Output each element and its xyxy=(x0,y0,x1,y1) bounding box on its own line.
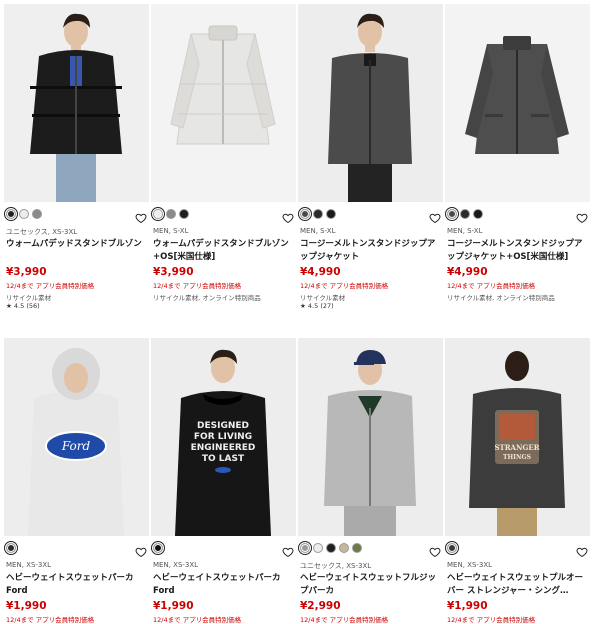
color-swatch[interactable] xyxy=(460,209,470,219)
product-name[interactable]: コージーメルトンスタンドジップアップジャケット+OS[米国仕様] xyxy=(447,238,587,264)
color-swatch[interactable] xyxy=(151,541,165,555)
product-name[interactable]: ヘビーウェイトスウェットフルジップパーカ xyxy=(300,572,440,598)
favorite-heart-icon[interactable] xyxy=(135,543,147,558)
promo-text: 12/4まで アプリ会員特別価格 xyxy=(300,616,389,624)
review-count: (27) xyxy=(320,302,334,310)
product-note: リサイクル素材, オンライン特別商品 xyxy=(153,294,261,302)
color-swatch[interactable] xyxy=(179,209,189,219)
svg-text:FOR LIVING: FOR LIVING xyxy=(194,432,252,442)
product-name[interactable]: ヘビーウェイトスウェットパーカ Ford xyxy=(6,572,146,598)
color-swatch[interactable] xyxy=(352,543,362,553)
product-note: リサイクル素材 xyxy=(6,294,52,302)
color-swatch[interactable] xyxy=(313,543,323,553)
rating-value: 4.5 xyxy=(13,302,25,310)
product-image[interactable]: DESIGNED FOR LIVING ENGINEERED TO LAST xyxy=(151,338,296,536)
favorite-heart-icon[interactable] xyxy=(576,543,588,558)
product-price: ¥1,990 xyxy=(447,600,488,612)
promo-text: 12/4まで アプリ会員特別価格 xyxy=(153,282,242,290)
product-price: ¥2,990 xyxy=(300,600,341,612)
product-name[interactable]: ヘビーウェイトスウェットパーカ Ford xyxy=(153,572,293,598)
color-swatch[interactable] xyxy=(4,207,18,221)
svg-text:TO LAST: TO LAST xyxy=(202,454,245,464)
promo-text: 12/4まで アプリ会員特別価格 xyxy=(6,616,95,624)
rating-value: 4.5 xyxy=(307,302,319,310)
color-swatch[interactable] xyxy=(32,209,42,219)
color-swatch[interactable] xyxy=(339,543,349,553)
color-swatches xyxy=(151,541,165,555)
favorite-heart-icon[interactable] xyxy=(282,209,294,224)
color-swatches xyxy=(298,541,362,555)
product-price: ¥4,990 xyxy=(447,266,488,278)
promo-text: 12/4まで アプリ会員特別価格 xyxy=(6,282,95,290)
promo-text: 12/4まで アプリ会員特別価格 xyxy=(300,282,389,290)
product-image[interactable]: STRANGER THINGS xyxy=(445,338,590,536)
color-swatch[interactable] xyxy=(166,209,176,219)
gender-size-range: MEN, S-XL xyxy=(447,227,483,235)
color-swatches xyxy=(298,207,336,221)
svg-text:ENGINEERED: ENGINEERED xyxy=(191,443,256,453)
gender-size-range: ユニセックス, XS-3XL xyxy=(300,562,372,570)
review-count: (56) xyxy=(26,302,40,310)
product-price: ¥3,990 xyxy=(6,266,47,278)
gender-size-range: MEN, XS-3XL xyxy=(153,561,199,569)
product-price: ¥1,990 xyxy=(153,600,194,612)
promo-text: 12/4まで アプリ会員特別価格 xyxy=(447,282,536,290)
product-name[interactable]: コージーメルトンスタンドジップアップジャケット xyxy=(300,238,440,264)
color-swatches xyxy=(445,207,483,221)
product-image[interactable] xyxy=(298,338,443,536)
color-swatch[interactable] xyxy=(19,209,29,219)
product-name[interactable]: ヘビーウェイトスウェットプルオーバー ストレンジャー・シング… xyxy=(447,572,587,598)
color-swatch[interactable] xyxy=(298,207,312,221)
svg-text:DESIGNED: DESIGNED xyxy=(197,421,249,431)
gender-size-range: MEN, XS-3XL xyxy=(6,561,52,569)
color-swatch[interactable] xyxy=(4,541,18,555)
color-swatch[interactable] xyxy=(151,207,165,221)
star-icon: ★ xyxy=(300,302,306,310)
color-swatches xyxy=(4,541,18,555)
product-image[interactable] xyxy=(4,4,149,202)
svg-text:THINGS: THINGS xyxy=(503,454,531,461)
rating: ★ 4.5 (27) xyxy=(300,302,334,310)
gender-size-range: ユニセックス, XS-3XL xyxy=(6,228,78,236)
product-note: リサイクル素材 xyxy=(300,294,346,302)
product-grid: ユニセックス, XS-3XL ウォームパデッドスタンドブルゾン ¥3,990 1… xyxy=(0,0,596,624)
color-swatch[interactable] xyxy=(473,209,483,219)
product-note: リサイクル素材, オンライン特別商品 xyxy=(447,294,555,302)
product-price: ¥1,990 xyxy=(6,600,47,612)
favorite-heart-icon[interactable] xyxy=(135,209,147,224)
gender-size-range: MEN, S-XL xyxy=(153,227,189,235)
color-swatches xyxy=(151,207,189,221)
product-name[interactable]: ウォームパデッドスタンドブルゾン xyxy=(6,238,146,251)
favorite-heart-icon[interactable] xyxy=(429,209,441,224)
product-image[interactable] xyxy=(298,4,443,202)
color-swatch[interactable] xyxy=(326,209,336,219)
color-swatch[interactable] xyxy=(445,541,459,555)
favorite-heart-icon[interactable] xyxy=(429,543,441,558)
gender-size-range: MEN, XS-3XL xyxy=(447,561,493,569)
promo-text: 12/4まで アプリ会員特別価格 xyxy=(153,616,242,624)
color-swatch[interactable] xyxy=(298,541,312,555)
svg-text:STRANGER: STRANGER xyxy=(494,443,539,452)
rating: ★ 4.5 (56) xyxy=(6,302,40,310)
favorite-heart-icon[interactable] xyxy=(282,543,294,558)
star-icon: ★ xyxy=(6,302,12,310)
color-swatches xyxy=(4,207,42,221)
color-swatches xyxy=(445,541,459,555)
product-name[interactable]: ウォームパデッドスタンドブルゾン+OS[米国仕様] xyxy=(153,238,293,264)
promo-text: 12/4まで アプリ会員特別価格 xyxy=(447,616,536,624)
gender-size-range: MEN, S-XL xyxy=(300,227,336,235)
ford-logo-text: Ford xyxy=(61,439,91,453)
product-price: ¥3,990 xyxy=(153,266,194,278)
product-image[interactable] xyxy=(445,4,590,202)
color-swatch[interactable] xyxy=(313,209,323,219)
favorite-heart-icon[interactable] xyxy=(576,209,588,224)
product-image[interactable] xyxy=(151,4,296,202)
product-image[interactable]: Ford xyxy=(4,338,149,536)
color-swatch[interactable] xyxy=(326,543,336,553)
product-price: ¥4,990 xyxy=(300,266,341,278)
color-swatch[interactable] xyxy=(445,207,459,221)
